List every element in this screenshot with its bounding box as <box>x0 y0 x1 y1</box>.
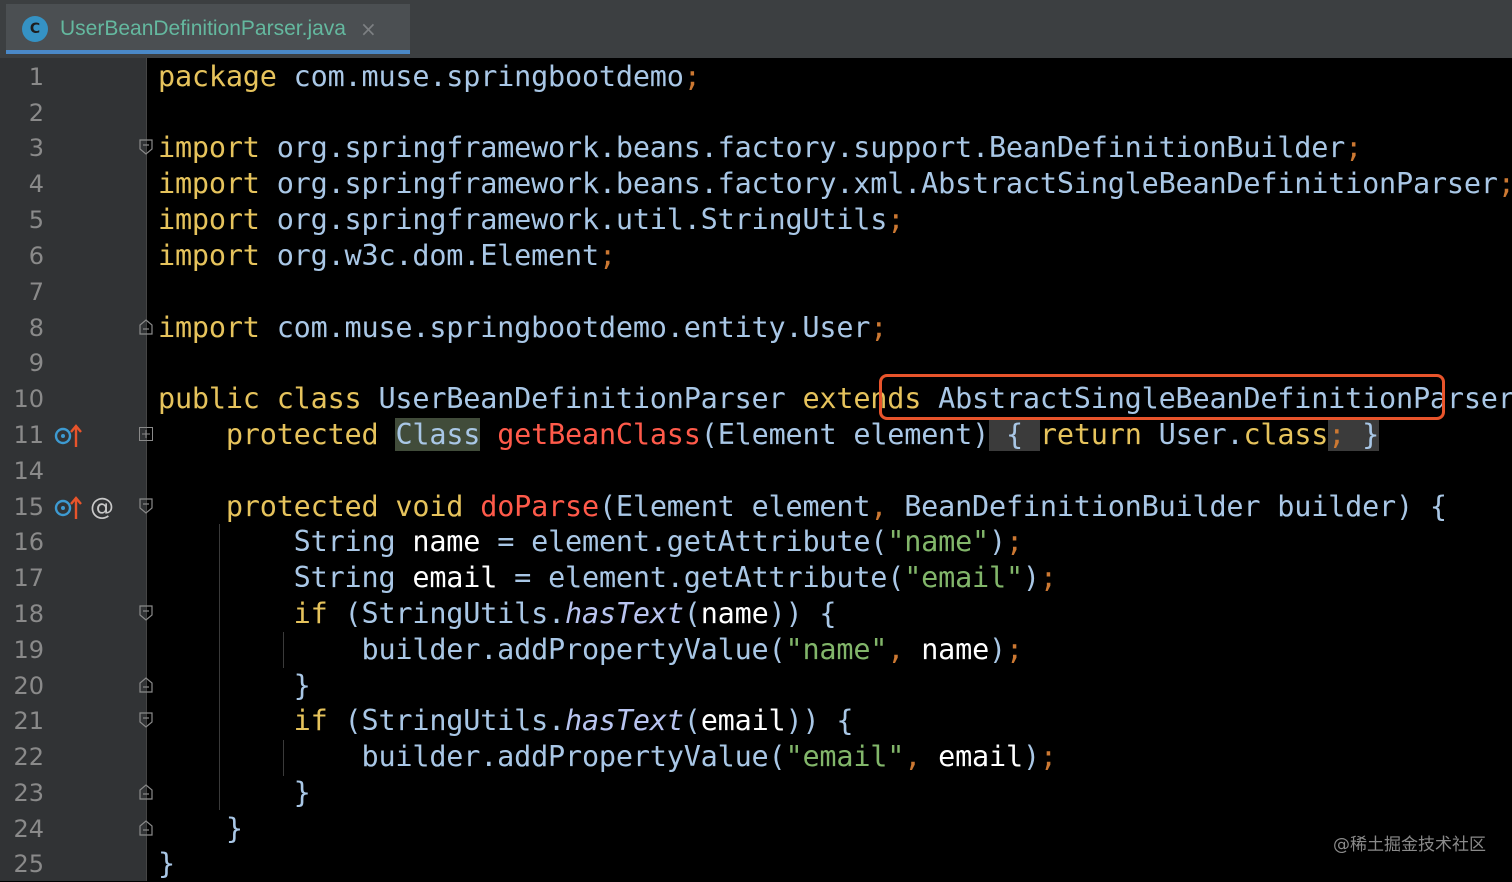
line-number: 17 <box>13 564 44 592</box>
code-line: 19 builder.addPropertyValue("name", name… <box>0 632 1512 668</box>
code-text: } <box>293 776 311 809</box>
line-number: 10 <box>13 385 44 413</box>
override-method-icon[interactable] <box>54 423 84 455</box>
code-line: 24 } <box>0 811 1512 847</box>
fold-close-icon[interactable] <box>139 677 153 693</box>
code-text: String email = element.getAttribute("ema… <box>293 561 1057 594</box>
line-number: 6 <box>28 242 44 270</box>
code-text: protected void doParse(Element element, … <box>225 490 1447 523</box>
at-icon[interactable]: @ <box>90 495 114 519</box>
code-text: import org.springframework.beans.factory… <box>158 131 1363 164</box>
override-method-icon[interactable] <box>54 495 84 527</box>
fold-close-icon[interactable] <box>139 784 153 800</box>
code-line: 7 <box>0 274 1512 310</box>
fold-expand-icon[interactable] <box>139 426 153 442</box>
fold-close-icon[interactable] <box>139 319 153 335</box>
fold-open-icon[interactable] <box>139 498 153 514</box>
line-number: 19 <box>13 636 44 664</box>
editor-tab-bar: C UserBeanDefinitionParser.java × <box>0 0 1512 59</box>
code-line: 14 <box>0 453 1512 489</box>
line-number: 1 <box>28 63 44 91</box>
code-line: 1 package com.muse.springbootdemo; <box>0 59 1512 95</box>
code-text: builder.addPropertyValue("name", name); <box>361 633 1024 666</box>
line-number: 14 <box>13 457 44 485</box>
line-number: 8 <box>28 314 44 342</box>
line-number: 23 <box>13 779 44 807</box>
code-text: builder.addPropertyValue("email", email)… <box>361 740 1058 773</box>
code-text: package com.muse.springbootdemo; <box>158 60 701 93</box>
code-line: 6 import org.w3c.dom.Element; <box>0 238 1512 274</box>
code-line: 11 protected Class getBeanClass(Element … <box>0 417 1512 453</box>
line-number: 24 <box>13 815 44 843</box>
code-line: 17 String email = element.getAttribute("… <box>0 560 1512 596</box>
code-text: } <box>158 847 175 880</box>
code-text: import org.springframework.util.StringUt… <box>158 203 905 236</box>
line-number: 4 <box>28 170 44 198</box>
code-text: import com.muse.springbootdemo.entity.Us… <box>158 311 888 344</box>
code-line: 4 import org.springframework.beans.facto… <box>0 166 1512 202</box>
code-text: if (StringUtils.hasText(name)) { <box>293 597 837 630</box>
fold-close-icon[interactable] <box>139 820 153 836</box>
code-line: 20 } <box>0 668 1512 704</box>
line-number: 11 <box>13 421 44 449</box>
code-text: String name = element.getAttribute("name… <box>293 525 1023 558</box>
code-line: 22 builder.addPropertyValue("email", ema… <box>0 739 1512 775</box>
java-class-icon: C <box>22 16 48 42</box>
parent-class-highlight <box>879 374 1445 420</box>
code-line: 8 import com.muse.springbootdemo.entity.… <box>0 310 1512 346</box>
line-number: 22 <box>13 743 44 771</box>
line-number: 5 <box>28 206 44 234</box>
fold-open-icon[interactable] <box>139 712 153 728</box>
code-line: 16 String name = element.getAttribute("n… <box>0 524 1512 560</box>
fold-open-icon[interactable] <box>139 605 153 621</box>
code-line: 15 @ protected void doParse(Element elem… <box>0 489 1512 525</box>
fold-open-icon[interactable] <box>139 139 153 155</box>
line-number: 15 <box>13 493 44 521</box>
line-number: 9 <box>28 349 44 377</box>
file-tab-title: UserBeanDefinitionParser.java <box>60 17 346 40</box>
code-text: protected Class getBeanClass(Element ele… <box>225 418 1380 451</box>
active-tab-indicator <box>6 50 410 54</box>
code-line: 18 if (StringUtils.hasText(name)) { <box>0 596 1512 632</box>
line-number: 20 <box>13 672 44 700</box>
line-number: 7 <box>28 278 44 306</box>
line-number: 2 <box>28 99 44 127</box>
watermark: @稀土掘金技术社区 <box>1333 835 1486 855</box>
code-line: 25 } <box>0 846 1512 882</box>
code-line: 21 if (StringUtils.hasText(email)) { <box>0 703 1512 739</box>
code-text: } <box>293 669 311 702</box>
line-number: 3 <box>28 134 44 162</box>
file-tab[interactable]: C UserBeanDefinitionParser.java × <box>6 4 410 54</box>
code-text: if (StringUtils.hasText(email)) { <box>293 704 854 737</box>
code-line: 23 } <box>0 775 1512 811</box>
line-number: 16 <box>13 528 44 556</box>
code-line: 3 import org.springframework.beans.facto… <box>0 130 1512 166</box>
code-text: import org.w3c.dom.Element; <box>158 239 616 272</box>
line-number: 18 <box>13 600 44 628</box>
line-number: 21 <box>13 707 44 735</box>
code-line: 2 <box>0 95 1512 131</box>
code-text: } <box>225 812 243 845</box>
code-line: 5 import org.springframework.util.String… <box>0 202 1512 238</box>
close-tab-icon[interactable]: × <box>360 17 377 41</box>
line-number: 25 <box>13 850 44 878</box>
code-text: import org.springframework.beans.factory… <box>158 167 1512 200</box>
